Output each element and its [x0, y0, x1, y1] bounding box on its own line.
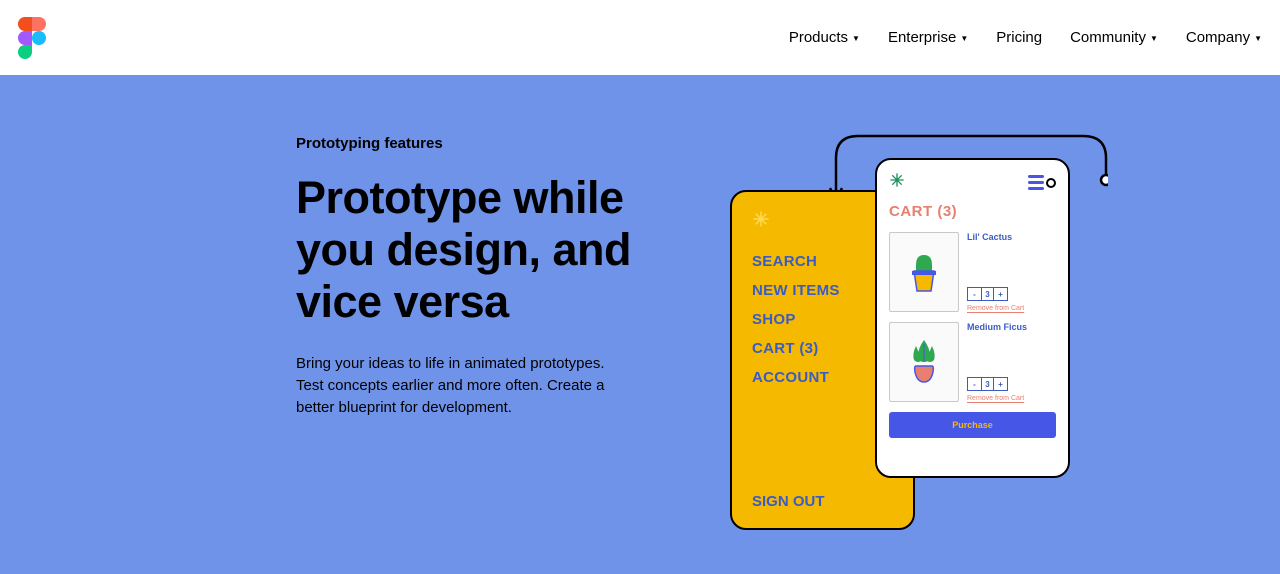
nav-enterprise[interactable]: Enterprise ▼ — [888, 29, 968, 46]
body-copy: Bring your ideas to life in animated pro… — [296, 353, 626, 418]
cart-item: Medium Ficus - 3 + Remove from Cart — [889, 322, 1056, 402]
site-header: Products ▼ Enterprise ▼ Pricing Communit… — [0, 0, 1280, 75]
menu-item-cart: CART (3) — [752, 340, 893, 357]
quantity-stepper: - 3 + — [967, 287, 1008, 301]
cart-title: CART (3) — [889, 203, 1056, 220]
stepper-minus: - — [968, 378, 981, 390]
chevron-down-icon: ▼ — [1150, 34, 1158, 43]
purchase-button: Purchase — [889, 412, 1056, 438]
product-name: Medium Ficus — [967, 322, 1056, 333]
hero-section: Prototyping features Prototype while you… — [0, 75, 1280, 574]
sparkle-icon — [752, 210, 893, 233]
headline: Prototype while you design, and vice ver… — [296, 172, 666, 327]
stepper-minus: - — [968, 288, 981, 300]
figma-logo[interactable] — [18, 17, 46, 59]
remove-link: Remove from Cart — [967, 305, 1056, 312]
stepper-plus: + — [994, 288, 1007, 300]
product-thumb-ficus — [889, 322, 959, 402]
hamburger-icon — [1028, 175, 1056, 190]
main-nav: Products ▼ Enterprise ▼ Pricing Communit… — [789, 29, 1262, 46]
nav-company[interactable]: Company ▼ — [1186, 29, 1262, 46]
cart-item: Lil' Cactus - 3 + Remove from Cart — [889, 232, 1056, 312]
sparkle-icon — [889, 172, 905, 193]
chevron-down-icon: ▼ — [1254, 34, 1262, 43]
menu-item-account: ACCOUNT — [752, 369, 893, 386]
product-name: Lil' Cactus — [967, 232, 1056, 243]
menu-item-shop: SHOP — [752, 311, 893, 328]
remove-link: Remove from Cart — [967, 395, 1056, 402]
menu-item-signout: SIGN OUT — [752, 493, 893, 510]
menu-item-search: SEARCH — [752, 253, 893, 270]
hero-text: Prototyping features Prototype while you… — [296, 135, 666, 574]
stepper-qty: 3 — [981, 378, 994, 390]
nav-community[interactable]: Community ▼ — [1070, 29, 1158, 46]
nav-products[interactable]: Products ▼ — [789, 29, 860, 46]
stepper-qty: 3 — [981, 288, 994, 300]
menu-item-new: NEW ITEMS — [752, 282, 893, 299]
nav-pricing[interactable]: Pricing — [996, 29, 1042, 46]
product-thumb-cactus — [889, 232, 959, 312]
mockup-cart-screen: CART (3) Lil' Cactus - 3 + — [875, 158, 1070, 478]
chevron-down-icon: ▼ — [852, 34, 860, 43]
quantity-stepper: - 3 + — [967, 377, 1008, 391]
stepper-plus: + — [994, 378, 1007, 390]
chevron-down-icon: ▼ — [960, 34, 968, 43]
eyebrow: Prototyping features — [296, 135, 666, 152]
